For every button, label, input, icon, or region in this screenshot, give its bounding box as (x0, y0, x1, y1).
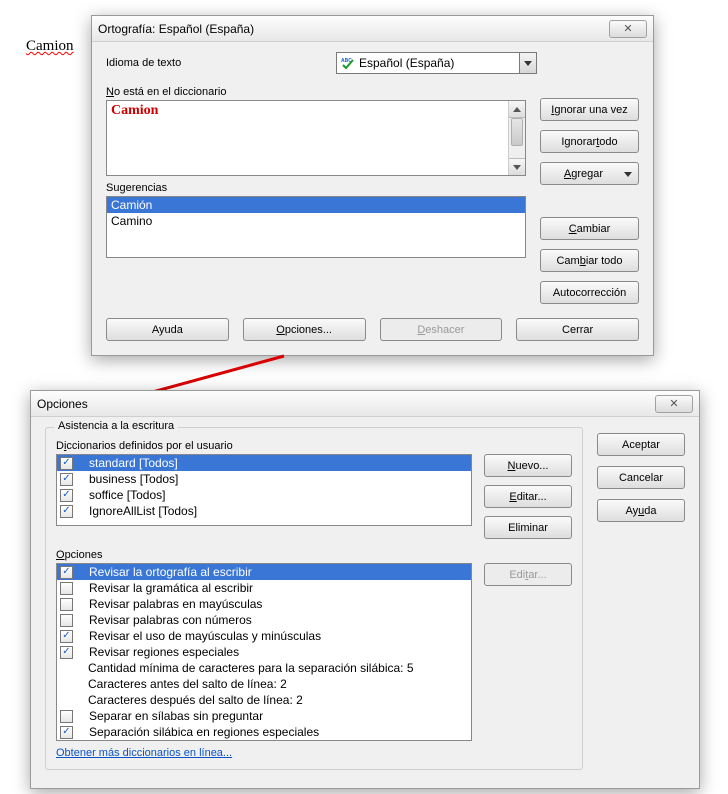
abc-check-icon: ABC (341, 56, 355, 70)
checkbox[interactable] (60, 710, 73, 723)
list-item[interactable]: Caracteres después del salto de línea: 2 (57, 692, 471, 708)
writing-aids-group: Asistencia a la escritura Diccionarios d… (45, 427, 583, 770)
group-title: Asistencia a la escritura (54, 420, 178, 432)
checkbox[interactable] (60, 726, 73, 739)
change-button[interactable]: Cambiar (540, 217, 639, 240)
options-button[interactable]: Opciones... (243, 318, 366, 341)
delete-dict-button[interactable]: Eliminar (484, 516, 572, 539)
list-item-label: Separación silábica en regiones especial… (89, 725, 319, 739)
checkbox[interactable] (60, 630, 73, 643)
list-item[interactable]: Revisar el uso de mayúsculas y minúscula… (57, 628, 471, 644)
list-item-label: Revisar palabras con números (89, 613, 252, 627)
language-value: Español (España) (359, 56, 519, 70)
ignore-all-button[interactable]: Ignorar todo (540, 130, 639, 153)
checkbox[interactable] (60, 566, 73, 579)
list-item[interactable]: Camión (107, 197, 525, 213)
edit-dict-button[interactable]: Editar... (484, 485, 572, 508)
autocorrect-button[interactable]: Autocorrección (540, 281, 639, 304)
list-item[interactable]: IgnoreAllList [Todos] (57, 503, 471, 519)
more-dicts-link[interactable]: Obtener más diccionarios en línea... (56, 747, 232, 759)
chevron-down-icon[interactable] (519, 53, 536, 73)
list-item[interactable]: soffice [Todos] (57, 487, 471, 503)
close-icon[interactable]: ✕ (609, 20, 647, 38)
list-item-label: Caracteres antes del salto de línea: 2 (88, 677, 287, 691)
list-item-label: Cantidad mínima de caracteres para la se… (88, 661, 414, 675)
cancel-button[interactable]: Cancelar (597, 466, 685, 489)
lang-label: Idioma de texto (106, 57, 336, 69)
not-in-dict-box[interactable]: Camion (106, 100, 526, 176)
list-item[interactable]: Revisar palabras en mayúsculas (57, 596, 471, 612)
options-dialog-titlebar[interactable]: Opciones ✕ (31, 391, 699, 417)
list-item-label: Revisar palabras en mayúsculas (89, 597, 262, 611)
ignore-once-button[interactable]: Ignorar una vez (540, 98, 639, 121)
options-list[interactable]: Revisar la ortografía al escribir Revisar… (56, 563, 472, 741)
not-in-dict-text: Camion (111, 103, 507, 173)
scrollbar[interactable] (508, 101, 525, 175)
close-icon[interactable]: ✕ (655, 395, 693, 413)
list-item-label: Revisar la gramática al escribir (89, 581, 253, 595)
user-dicts-list[interactable]: standard [Todos] business [Todos] soffice … (56, 454, 472, 526)
list-item[interactable]: standard [Todos] (57, 455, 471, 471)
language-dropdown[interactable]: ABC Español (España) (336, 52, 537, 74)
list-item-label: Revisar la ortografía al escribir (89, 565, 252, 579)
add-button[interactable]: Agregar (540, 162, 639, 185)
change-all-button[interactable]: Cambiar todo (540, 249, 639, 272)
checkbox[interactable] (60, 473, 73, 486)
spelling-dialog: Ortografía: Español (España) ✕ Idioma de… (91, 15, 654, 356)
not-in-dict-label: No está en el diccionario (106, 86, 526, 98)
doc-misspelled-word: Camion (26, 38, 74, 55)
list-item-label: Caracteres después del salto de línea: 2 (88, 693, 303, 707)
list-item[interactable]: Revisar la ortografía al escribir (57, 564, 471, 580)
list-item[interactable]: Revisar la gramática al escribir (57, 580, 471, 596)
list-item[interactable]: Revisar regiones especiales (57, 644, 471, 660)
checkbox[interactable] (60, 457, 73, 470)
close-button[interactable]: Cerrar (516, 318, 639, 341)
checkbox[interactable] (60, 489, 73, 502)
list-item-label: Separar en sílabas sin preguntar (89, 709, 263, 723)
checkbox[interactable] (60, 614, 73, 627)
list-item[interactable]: Revisar palabras con números (57, 612, 471, 628)
scroll-down-icon[interactable] (509, 158, 525, 175)
spelling-dialog-title: Ortografía: Español (España) (98, 22, 609, 36)
list-item[interactable]: Cantidad mínima de caracteres para la se… (57, 660, 471, 676)
edit-option-button: Editar... (484, 563, 572, 586)
ok-button[interactable]: Aceptar (597, 433, 685, 456)
spelling-dialog-titlebar[interactable]: Ortografía: Español (España) ✕ (92, 16, 653, 42)
list-item[interactable]: Caracteres antes del salto de línea: 2 (57, 676, 471, 692)
list-item-label: IgnoreAllList [Todos] (89, 504, 197, 518)
options-label: Opciones (56, 549, 472, 561)
scroll-thumb[interactable] (511, 118, 523, 146)
list-item[interactable]: business [Todos] (57, 471, 471, 487)
options-dialog-title: Opciones (37, 397, 655, 411)
options-dialog: Opciones ✕ Asistencia a la escritura Dic… (30, 390, 700, 789)
help-button[interactable]: Ayuda (106, 318, 229, 341)
suggestions-list[interactable]: Camión Camino (106, 196, 526, 258)
list-item-label: Revisar regiones especiales (89, 645, 239, 659)
checkbox[interactable] (60, 646, 73, 659)
list-item[interactable]: Separación silábica en regiones especial… (57, 724, 471, 740)
checkbox[interactable] (60, 598, 73, 611)
help-button[interactable]: Ayuda (597, 499, 685, 522)
checkbox[interactable] (60, 582, 73, 595)
checkbox[interactable] (60, 505, 73, 518)
list-item[interactable]: Camino (107, 213, 525, 229)
list-item-label: soffice [Todos] (89, 488, 166, 502)
suggestions-label: Sugerencias (106, 182, 526, 194)
list-item-label: Revisar el uso de mayúsculas y minúscula… (89, 629, 321, 643)
user-dicts-label: Diccionarios definidos por el usuario (56, 440, 472, 452)
list-item[interactable]: Separar en sílabas sin preguntar (57, 708, 471, 724)
list-item-label: business [Todos] (89, 472, 178, 486)
undo-button: Deshacer (380, 318, 503, 341)
list-item-label: standard [Todos] (89, 456, 178, 470)
new-dict-button[interactable]: Nuevo... (484, 454, 572, 477)
scroll-up-icon[interactable] (509, 101, 525, 118)
